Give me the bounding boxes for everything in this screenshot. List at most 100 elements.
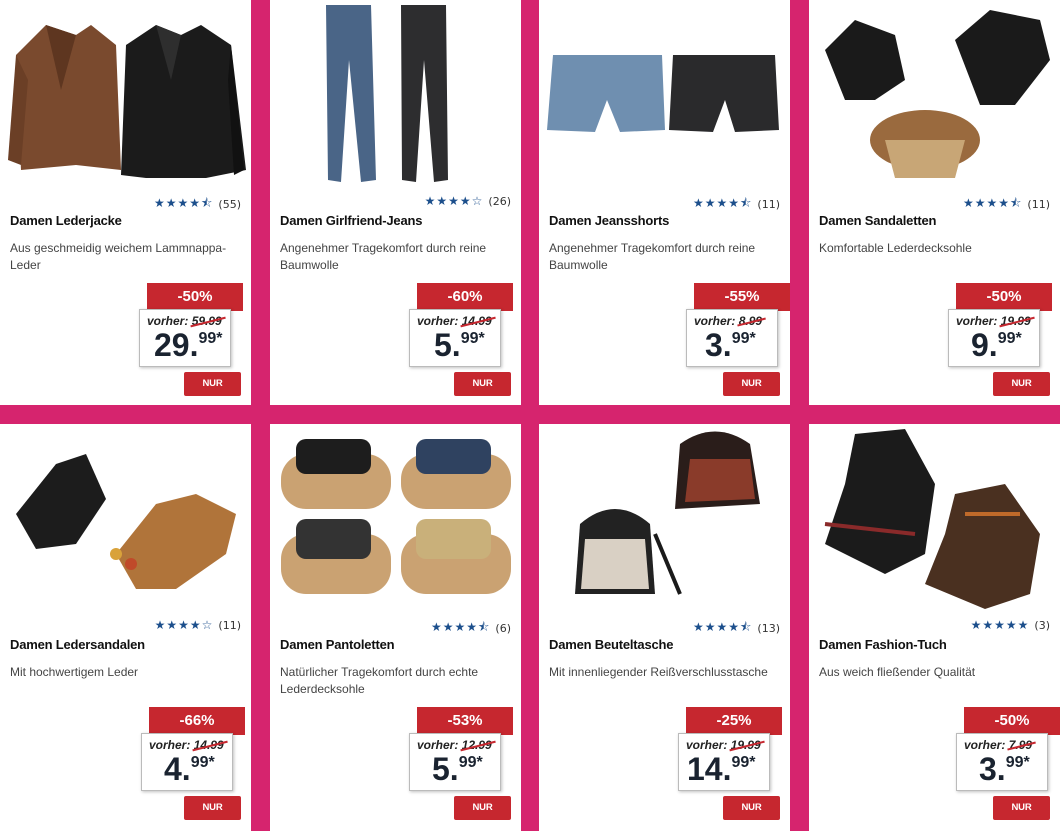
price-box: -50% vorher: 59.99 29.99* — [139, 283, 247, 367]
wedge-sandal-icon[interactable] — [815, 0, 1055, 188]
rating: ★★★★☆ (11) — [155, 618, 241, 632]
review-count[interactable]: (11) — [1027, 198, 1050, 211]
old-price-label: vorher: — [149, 738, 191, 752]
product-card-fashion-tuch[interactable]: ★★★★★ (3) Damen Fashion-Tuch Aus weich f… — [809, 424, 1060, 831]
sandal-icon[interactable] — [6, 424, 246, 612]
current-price: 9.99* — [971, 328, 1022, 362]
stars: ★★★★☆ — [154, 618, 214, 632]
scarf-icon[interactable] — [815, 424, 1055, 612]
jeans-icon[interactable] — [276, 0, 516, 188]
price-card: vorher: 7.99 3.99* — [956, 733, 1048, 791]
online-only-button[interactable]: NUR ONLINE — [184, 372, 241, 405]
online-only-button[interactable]: NUR ONLINE — [993, 796, 1050, 831]
review-count[interactable]: (3) — [1034, 619, 1050, 632]
product-card-sandaletten[interactable]: ★★★★⯪ (11) Damen Sandaletten Komfortable… — [809, 0, 1060, 405]
product-description: Mit hochwertigem Leder — [10, 665, 139, 679]
product-card-pantoletten[interactable]: ★★★★⯪ (6) Damen Pantoletten Natürlicher … — [270, 424, 521, 831]
review-count[interactable]: (55) — [218, 198, 241, 211]
discount-badge: -50% — [964, 707, 1060, 735]
product-grid: ★★★★⯪ (55) Damen Lederjacke Aus geschmei… — [0, 0, 1060, 831]
price-card: vorher: 14.99 4.99* — [141, 733, 233, 791]
old-price-value: 59.99 — [191, 314, 222, 328]
review-count[interactable]: (13) — [757, 622, 780, 635]
discount-badge: -50% — [956, 283, 1052, 311]
old-price-value: 19.99 — [730, 738, 761, 752]
price-decimal: 99* — [731, 330, 756, 347]
stars: ★★★★⯪ — [154, 196, 214, 210]
price-decimal: 99* — [190, 754, 215, 771]
product-card-jeansshorts[interactable]: ★★★★⯪ (11) Damen Jeansshorts Angenehmer … — [539, 0, 790, 405]
price-box: -50% vorher: 19.99 9.99* — [948, 283, 1056, 367]
product-card-beuteltasche[interactable]: ★★★★⯪ (13) Damen Beuteltasche Mit innenl… — [539, 424, 790, 831]
product-title[interactable]: Damen Pantoletten — [280, 637, 395, 652]
online-only-button[interactable]: NUR ONLINE — [454, 372, 511, 405]
discount-badge: -25% — [686, 707, 782, 735]
product-title[interactable]: Damen Girlfriend-Jeans — [280, 213, 422, 228]
price-integer: 4. — [164, 751, 191, 787]
online-only-button[interactable]: NUR ONLINE — [454, 796, 511, 831]
current-price: 5.99* — [434, 328, 485, 362]
product-card-girlfriend-jeans[interactable]: ★★★★☆ (26) Damen Girlfriend-Jeans Angene… — [270, 0, 521, 405]
old-price-label: vorher: — [956, 314, 998, 328]
online-only-button[interactable]: NUR ONLINE — [723, 796, 780, 831]
product-title[interactable]: Damen Fashion-Tuch — [819, 637, 947, 652]
old-price: vorher: 12.99 — [417, 738, 492, 752]
old-price: vorher: 8.99 — [694, 314, 762, 328]
price-integer: 5. — [432, 751, 459, 787]
stars: ★★★★★ — [970, 618, 1030, 632]
product-title[interactable]: Damen Beuteltasche — [549, 637, 673, 652]
shorts-icon[interactable] — [545, 0, 785, 188]
product-title[interactable]: Damen Jeansshorts — [549, 213, 669, 228]
jacket-icon[interactable] — [6, 0, 246, 188]
product-card-lederjacke[interactable]: ★★★★⯪ (55) Damen Lederjacke Aus geschmei… — [0, 0, 251, 405]
stars: ★★★★⯪ — [963, 196, 1023, 210]
old-price-label: vorher: — [417, 738, 459, 752]
price-decimal: 99* — [458, 754, 483, 771]
current-price: 3.99* — [979, 752, 1030, 786]
price-card: vorher: 12.99 5.99* — [409, 733, 501, 791]
price-decimal: 99* — [460, 330, 485, 347]
discount-badge: -66% — [149, 707, 245, 735]
current-price: 4.99* — [164, 752, 215, 786]
old-price: vorher: 7.99 — [964, 738, 1032, 752]
price-integer: 3. — [979, 751, 1006, 787]
product-title[interactable]: Damen Sandaletten — [819, 213, 936, 228]
product-description: Angenehmer Tragekomfort durch reine Baum… — [549, 241, 756, 272]
product-description: Natürlicher Tragekomfort durch echte Led… — [280, 665, 479, 696]
price-decimal: 99* — [198, 330, 223, 347]
product-title[interactable]: Damen Lederjacke — [10, 213, 122, 228]
price-decimal: 99* — [1005, 754, 1030, 771]
product-title[interactable]: Damen Ledersandalen — [10, 637, 145, 652]
online-only-button[interactable]: NUR ONLINE — [723, 372, 780, 405]
rating: ★★★★⯪ (6) — [431, 618, 511, 639]
old-price-label: vorher: — [147, 314, 189, 328]
old-price-value: 14.99 — [193, 738, 224, 752]
old-price-value: 14.99 — [461, 314, 492, 328]
price-decimal: 99* — [997, 330, 1022, 347]
old-price-label: vorher: — [964, 738, 1006, 752]
rating: ★★★★⯪ (11) — [963, 194, 1050, 215]
price-card: vorher: 19.99 14.99* — [678, 733, 770, 791]
product-description: Komfortable Lederdecksohle — [819, 241, 972, 255]
online-only-button[interactable]: NUR ONLINE — [184, 796, 241, 831]
price-integer: 3. — [705, 327, 732, 363]
review-count[interactable]: (11) — [218, 619, 241, 632]
review-count[interactable]: (6) — [495, 622, 511, 635]
current-price: 3.99* — [705, 328, 756, 362]
product-description: Mit innenliegender Reißverschlusstasche — [549, 665, 768, 679]
price-box: -50% vorher: 7.99 3.99* — [956, 707, 1060, 791]
price-integer: 5. — [434, 327, 461, 363]
online-only-button[interactable]: NUR ONLINE — [993, 372, 1050, 405]
price-box: -60% vorher: 14.99 5.99* — [409, 283, 517, 367]
slide-icon[interactable] — [276, 424, 516, 612]
review-count[interactable]: (11) — [757, 198, 780, 211]
old-price-value: 7.99 — [1008, 738, 1033, 752]
old-price-label: vorher: — [417, 314, 459, 328]
current-price: 14.99* — [687, 752, 756, 786]
bag-icon[interactable] — [545, 424, 785, 612]
price-integer: 14. — [687, 751, 732, 787]
price-box: -25% vorher: 19.99 14.99* — [678, 707, 786, 791]
old-price-label: vorher: — [694, 314, 736, 328]
review-count[interactable]: (26) — [488, 195, 511, 208]
product-card-ledersandalen[interactable]: ★★★★☆ (11) Damen Ledersandalen Mit hochw… — [0, 424, 251, 831]
